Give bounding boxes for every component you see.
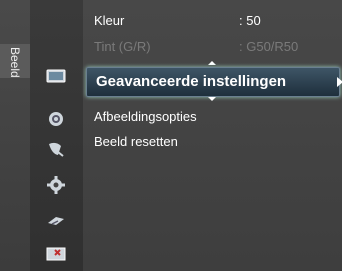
menu-item-value: : G50/R50 — [239, 39, 299, 54]
picture-icon[interactable] — [45, 67, 67, 85]
application-icon[interactable] — [45, 245, 67, 263]
tv-menu-screen: Beeld Kleur: 50 Tint (G/R): G50/R50 Ge… — [0, 0, 342, 271]
menu-item-label: Kleur — [94, 13, 125, 28]
menu-item-label: Beeld resetten — [94, 134, 178, 149]
scroll-up-icon — [208, 61, 216, 65]
menu-item-tint: Tint (G/R) : G50/R50 — [94, 39, 298, 54]
menu-item-label: Tint (G/R) — [94, 39, 151, 54]
category-icon-column — [30, 0, 83, 271]
category-tab-label: Beeld — [8, 47, 22, 78]
menu-item-label: Geavanceerde instellingen — [96, 73, 287, 90]
menu-item-label: Afbeeldingsopties — [94, 109, 197, 124]
picture-submenu: Kleur : 50 Tint (G/R) : G50/R50 Geavance… — [83, 0, 342, 271]
channel-icon[interactable] — [45, 140, 67, 158]
sound-icon[interactable] — [45, 110, 67, 128]
scroll-down-icon — [208, 97, 216, 101]
menu-item-beeld-resetten[interactable]: Beeld resetten — [94, 134, 178, 149]
menu-item-afbeeldingsopties[interactable]: Afbeeldingsopties — [94, 109, 197, 124]
menu-item-geavanceerde-instellingen[interactable]: Geavanceerde instellingen — [86, 67, 342, 97]
settings-icon[interactable] — [45, 176, 67, 194]
menu-item-kleur[interactable]: Kleur : 50 — [94, 13, 261, 28]
menu-item-value: : 50 — [239, 13, 261, 28]
submenu-arrow-icon — [337, 77, 342, 87]
input-icon[interactable] — [45, 212, 67, 230]
category-tab-picture[interactable]: Beeld — [0, 44, 31, 78]
